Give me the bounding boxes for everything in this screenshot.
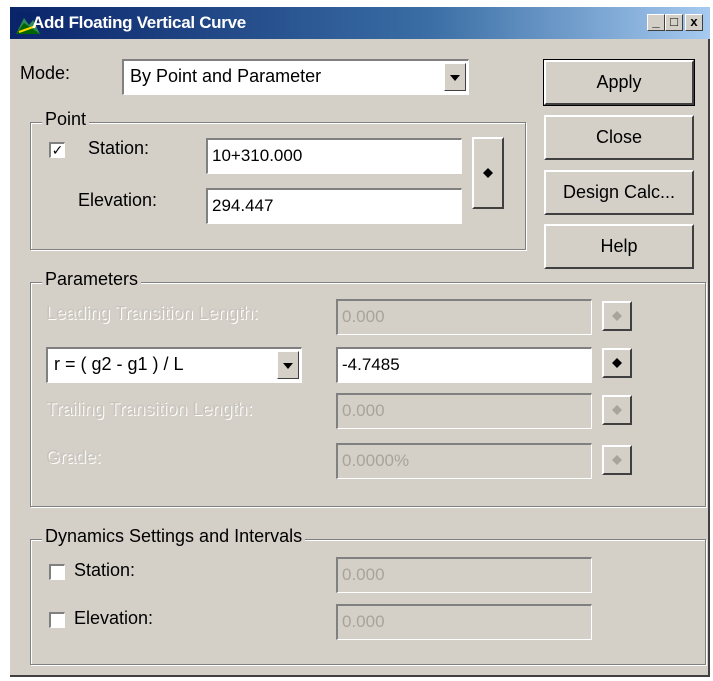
mode-select-value: By Point and Parameter bbox=[130, 66, 322, 86]
trailing-pick-button bbox=[602, 395, 632, 425]
dynamics-elevation-checkbox[interactable] bbox=[49, 612, 65, 628]
window-title: Add Floating Vertical Curve bbox=[32, 13, 246, 32]
formula-result-input[interactable]: -4.7485 bbox=[336, 347, 592, 383]
dynamics-station-label: Station: bbox=[74, 560, 136, 580]
point-pick-button[interactable] bbox=[472, 137, 504, 209]
apply-button[interactable]: Apply bbox=[543, 59, 695, 106]
formula-select[interactable]: r = ( g2 - g1 ) / L bbox=[46, 347, 302, 383]
point-elevation-label: Elevation: bbox=[78, 190, 158, 210]
design-calc-button[interactable]: Design Calc... bbox=[544, 170, 694, 215]
grade-input: 0.0000% bbox=[336, 443, 592, 479]
point-group-title: Point bbox=[42, 109, 90, 130]
title-bar[interactable]: Add Floating Vertical Curve _ □ x bbox=[10, 7, 710, 39]
dynamics-group-title: Dynamics Settings and Intervals bbox=[42, 526, 306, 547]
leading-transition-input: 0.000 bbox=[336, 299, 592, 335]
point-station-input[interactable]: 10+310.000 bbox=[206, 138, 462, 174]
dynamics-station-checkbox[interactable] bbox=[49, 564, 65, 580]
dynamics-station-input: 0.000 bbox=[336, 557, 592, 593]
target-dot-icon bbox=[612, 455, 622, 465]
dynamics-elevation-input: 0.000 bbox=[336, 604, 592, 640]
point-station-label: Station: bbox=[88, 138, 150, 158]
parameters-group-title: Parameters bbox=[42, 269, 142, 290]
leading-pick-button bbox=[602, 301, 632, 331]
dynamics-elevation-label: Elevation: bbox=[74, 608, 154, 628]
grade-label: Grade: bbox=[46, 447, 102, 467]
point-station-checkbox[interactable]: ✓ bbox=[49, 142, 65, 158]
close-window-button[interactable]: x bbox=[685, 14, 703, 31]
target-dot-icon bbox=[483, 168, 493, 178]
target-dot-icon bbox=[612, 311, 622, 321]
target-dot-icon bbox=[612, 405, 622, 415]
mode-label: Mode: bbox=[20, 63, 71, 83]
grade-pick-button bbox=[602, 445, 632, 475]
trailing-transition-input: 0.000 bbox=[336, 393, 592, 429]
dialog-window: Add Floating Vertical Curve _ □ x Mode: … bbox=[10, 7, 710, 677]
target-dot-icon bbox=[612, 358, 622, 368]
point-elevation-input[interactable]: 294.447 bbox=[206, 188, 462, 224]
chevron-down-icon[interactable] bbox=[277, 351, 299, 379]
chevron-down-icon[interactable] bbox=[444, 63, 466, 91]
help-button[interactable]: Help bbox=[544, 224, 694, 269]
close-button[interactable]: Close bbox=[544, 115, 694, 160]
formula-pick-button[interactable] bbox=[602, 348, 632, 378]
formula-select-value: r = ( g2 - g1 ) / L bbox=[54, 354, 184, 374]
leading-transition-label: Leading Transition Length: bbox=[46, 303, 259, 323]
trailing-transition-label: Trailing Transition Length: bbox=[46, 399, 253, 419]
mode-select[interactable]: By Point and Parameter bbox=[122, 59, 469, 95]
maximize-button[interactable]: □ bbox=[665, 14, 683, 31]
minimize-button[interactable]: _ bbox=[647, 14, 665, 31]
